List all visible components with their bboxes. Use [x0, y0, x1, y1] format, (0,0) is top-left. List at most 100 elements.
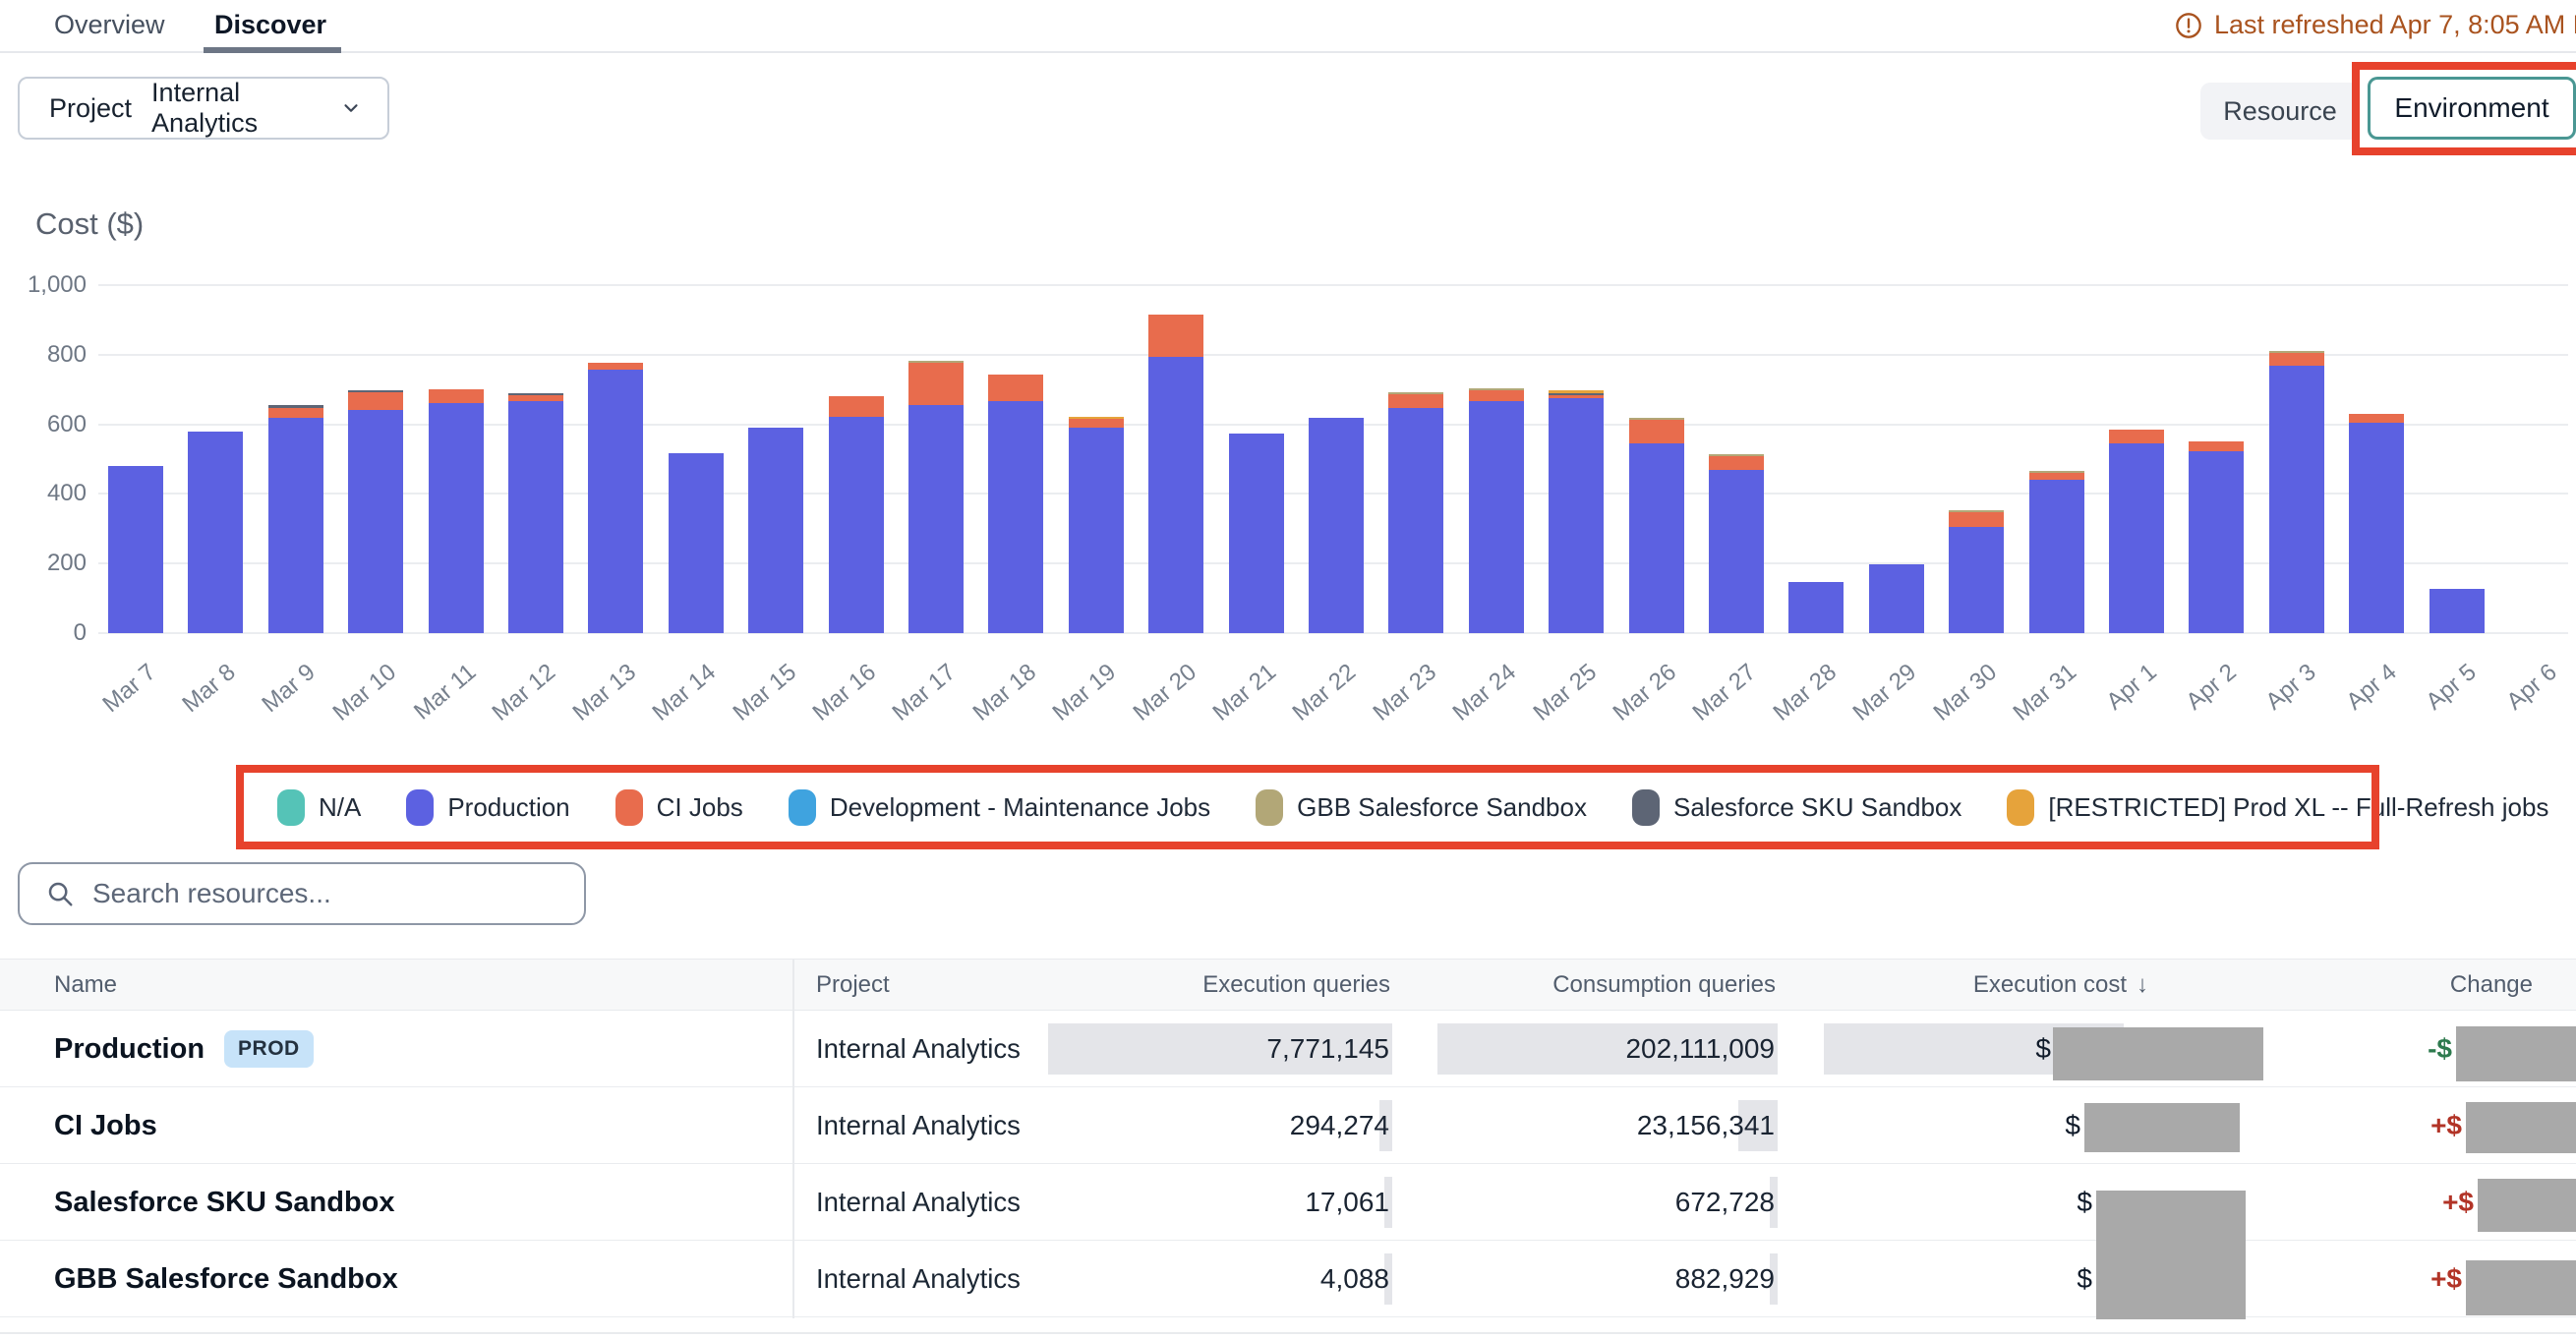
bar-segment-gbb-salesforce-sandbox[interactable]	[2269, 351, 2324, 353]
bar-segment-ci-jobs[interactable]	[908, 363, 964, 405]
bar-segment-salesforce-sku-sandbox[interactable]	[1549, 393, 1604, 395]
bar-segment-ci-jobs[interactable]	[1148, 315, 1203, 356]
legend-item[interactable]: CI Jobs	[615, 789, 743, 826]
bar-segment-ci-jobs[interactable]	[2029, 473, 2084, 479]
change-prefix: +$	[2430, 1100, 2462, 1151]
bar-segment-production[interactable]	[908, 405, 964, 633]
bar-segment-production[interactable]	[429, 403, 484, 633]
bar-segment-salesforce-sku-sandbox[interactable]	[348, 390, 403, 392]
tab-overview[interactable]: Overview	[54, 10, 165, 40]
redacted-value	[2456, 1026, 2576, 1081]
bar-segment-production[interactable]	[1788, 582, 1844, 633]
bar-segment-ci-jobs[interactable]	[1469, 390, 1524, 401]
column-header-consumption-queries[interactable]: Consumption queries	[1552, 960, 1776, 1011]
value-text: 202,111,009	[1625, 1033, 1778, 1065]
bar-segment-production[interactable]	[268, 418, 323, 633]
bar-segment-ci-jobs[interactable]	[988, 375, 1043, 402]
resource-name[interactable]: Salesforce SKU Sandbox	[54, 1187, 395, 1219]
bar-segment-gbb-salesforce-sandbox[interactable]	[1949, 510, 2004, 512]
bar-segment-gbb-salesforce-sandbox[interactable]	[1469, 388, 1524, 390]
legend-item[interactable]: [RESTRICTED] Prod XL -- Full-Refresh job…	[2007, 789, 2548, 826]
tab-discover[interactable]: Discover	[214, 10, 326, 40]
bar-segment-ci-jobs[interactable]	[1629, 420, 1684, 443]
bar-segment-production[interactable]	[1549, 398, 1604, 633]
bar-segment-production[interactable]	[1709, 470, 1764, 633]
bar-segment-ci-jobs[interactable]	[588, 363, 643, 370]
bar-segment-ci-jobs[interactable]	[1388, 394, 1443, 407]
bar-segment-production[interactable]	[348, 410, 403, 633]
bar-segment-production[interactable]	[1949, 527, 2004, 633]
legend-item[interactable]: Salesforce SKU Sandbox	[1632, 789, 1961, 826]
resource-name[interactable]: CI Jobs	[54, 1110, 157, 1142]
bar-segment-production[interactable]	[108, 466, 163, 633]
bar-segment-production[interactable]	[829, 417, 884, 633]
bar-segment-ci-jobs[interactable]	[2109, 430, 2164, 443]
column-header-name[interactable]: Name	[54, 960, 117, 1011]
bar-segment-production[interactable]	[1388, 408, 1443, 633]
search-input[interactable]	[92, 878, 564, 909]
bar-segment-ci-jobs[interactable]	[508, 395, 563, 401]
bar-segment-production[interactable]	[1069, 428, 1124, 633]
bar-segment-production[interactable]	[2269, 366, 2324, 633]
bar-segment-production[interactable]	[2349, 423, 2404, 633]
column-header-execution-cost[interactable]: Execution cost ↓	[1973, 960, 2148, 1011]
bar-segment-ci-jobs[interactable]	[2269, 353, 2324, 366]
change-prefix: -$	[2428, 1023, 2452, 1075]
bar-segment-gbb-salesforce-sandbox[interactable]	[908, 361, 964, 363]
bar-segment-production[interactable]	[508, 401, 563, 633]
bar-segment-ci-jobs[interactable]	[2349, 414, 2404, 423]
legend-swatch	[789, 789, 816, 826]
bar-segment-ci-jobs[interactable]	[348, 392, 403, 410]
legend-item[interactable]: Development - Maintenance Jobs	[789, 789, 1210, 826]
column-header-change[interactable]: Change	[2450, 960, 2533, 1011]
bar-segment-production[interactable]	[2430, 589, 2485, 633]
gridline	[98, 284, 2568, 286]
bar-segment-production[interactable]	[188, 432, 243, 633]
bar-segment-ci-jobs[interactable]	[429, 389, 484, 404]
column-header-execution-queries[interactable]: Execution queries	[1202, 960, 1390, 1011]
column-header-project[interactable]: Project	[816, 960, 890, 1011]
resource-name[interactable]: GBB Salesforce Sandbox	[54, 1263, 398, 1296]
resource-name[interactable]: Production	[54, 1033, 205, 1066]
bar-segment-production[interactable]	[988, 401, 1043, 633]
bar-segment-production[interactable]	[1148, 357, 1203, 633]
bar-segment-production[interactable]	[669, 453, 724, 633]
bar-segment-production[interactable]	[588, 370, 643, 633]
bar-segment-gbb-salesforce-sandbox[interactable]	[1629, 418, 1684, 420]
bar-segment--restricted-prod-xl-full-refresh-jobs[interactable]	[1549, 390, 1604, 394]
bar-segment-production[interactable]	[2029, 480, 2084, 633]
bar-segment-gbb-salesforce-sandbox[interactable]	[1388, 392, 1443, 394]
bar-segment-ci-jobs[interactable]	[1949, 512, 2004, 527]
cost-currency-prefix: $	[2077, 1253, 2092, 1305]
bar-segment-ci-jobs[interactable]	[268, 408, 323, 418]
change-prefix: +$	[2430, 1253, 2462, 1305]
group-by-environment-button[interactable]: Environment	[2368, 77, 2576, 140]
bar-segment-salesforce-sku-sandbox[interactable]	[508, 393, 563, 395]
bar-segment-production[interactable]	[1229, 434, 1284, 633]
group-by-resource-button[interactable]: Resource	[2200, 83, 2360, 140]
project-filter-dropdown[interactable]: Project Internal Analytics	[18, 77, 389, 140]
legend-item[interactable]: N/A	[277, 789, 361, 826]
warning-icon	[2175, 12, 2202, 39]
bar-segment-production[interactable]	[1869, 564, 1924, 633]
bar-segment-ci-jobs[interactable]	[1709, 456, 1764, 470]
bar-segment-ci-jobs[interactable]	[1549, 395, 1604, 399]
bar-segment-production[interactable]	[748, 428, 803, 633]
bar-segment-production[interactable]	[2109, 443, 2164, 633]
bar-segment-gbb-salesforce-sandbox[interactable]	[2029, 471, 2084, 473]
bar-segment-production[interactable]	[1629, 443, 1684, 633]
value-text: 7,771,145	[1266, 1033, 1392, 1065]
bar-segment-production[interactable]	[1309, 418, 1364, 633]
value-text: 23,156,341	[1637, 1110, 1778, 1141]
bar-segment-ci-jobs[interactable]	[829, 396, 884, 417]
bar-segment-production[interactable]	[1469, 401, 1524, 633]
redacted-value	[2084, 1103, 2240, 1152]
bar-segment-ci-jobs[interactable]	[2189, 441, 2244, 451]
bar-segment-salesforce-sku-sandbox[interactable]	[268, 405, 323, 408]
bar-segment-gbb-salesforce-sandbox[interactable]	[1709, 454, 1764, 456]
bar-segment--restricted-prod-xl-full-refresh-jobs[interactable]	[1069, 417, 1124, 419]
legend-item[interactable]: Production	[406, 789, 569, 826]
legend-item[interactable]: GBB Salesforce Sandbox	[1256, 789, 1587, 826]
bar-segment-ci-jobs[interactable]	[1069, 419, 1124, 428]
bar-segment-production[interactable]	[2189, 451, 2244, 633]
